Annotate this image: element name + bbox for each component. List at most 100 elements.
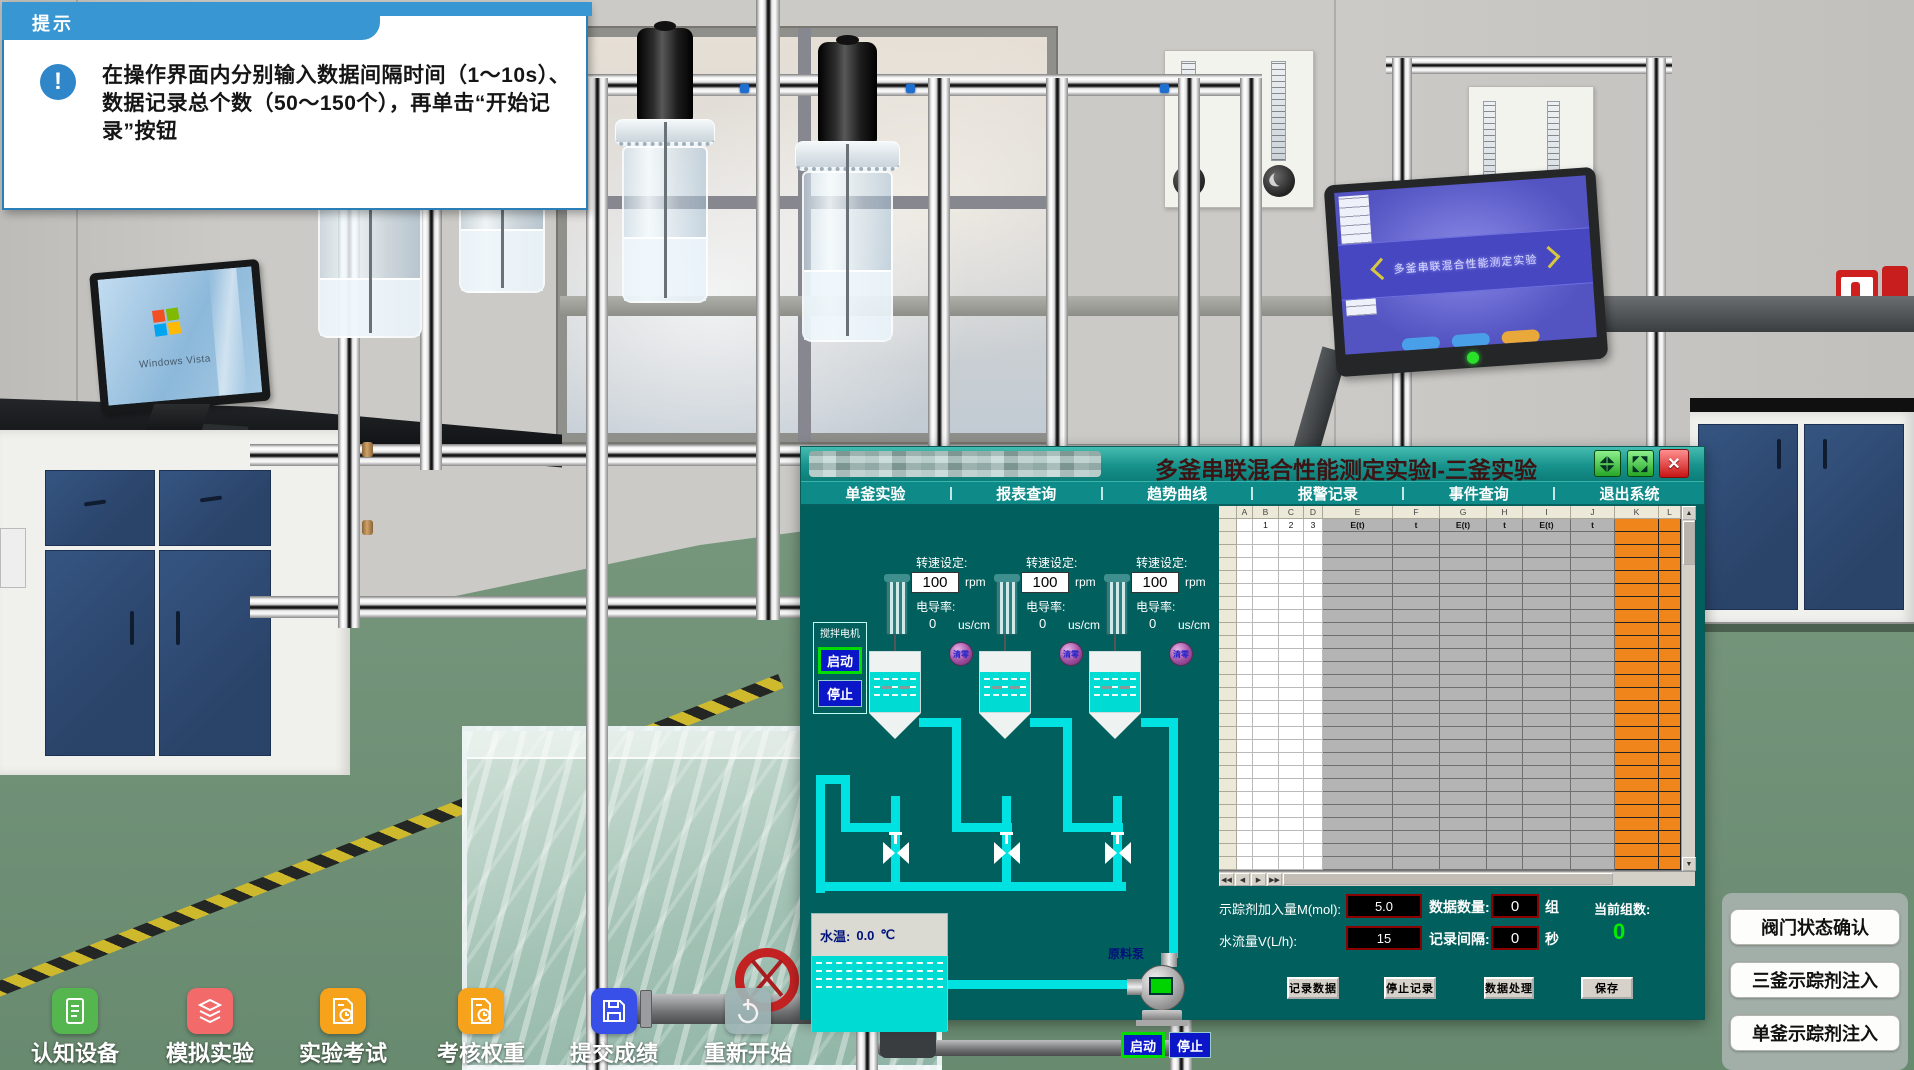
nav-first-icon[interactable]: ◀◀ bbox=[1219, 873, 1234, 886]
kiosk-button[interactable] bbox=[1401, 336, 1440, 352]
table-cell bbox=[1615, 727, 1659, 740]
stirrer-start-button[interactable]: 启动 bbox=[818, 647, 862, 674]
table-cell bbox=[1487, 779, 1523, 792]
toolbar-item-simulation[interactable]: 模拟实验 bbox=[135, 988, 285, 1068]
record-data-button[interactable]: 记录数据 bbox=[1287, 977, 1339, 999]
rotameter-tube bbox=[1271, 61, 1286, 161]
table-cell bbox=[1323, 844, 1393, 857]
menu-trend-curve[interactable]: 趋势曲线 bbox=[1103, 483, 1252, 504]
save-button[interactable]: 保存 bbox=[1581, 977, 1633, 999]
bottom-toolbar: 认知设备 模拟实验 实验考试 考核权重 提交成绩 bbox=[0, 988, 840, 1070]
close-window-button[interactable]: ✕ bbox=[1659, 449, 1689, 478]
speed-input-1[interactable] bbox=[911, 572, 959, 593]
pump-stop-button[interactable]: 停止 bbox=[1169, 1032, 1211, 1058]
data-count-input[interactable] bbox=[1491, 894, 1539, 918]
table-cell bbox=[1304, 831, 1323, 844]
table-cell bbox=[1237, 545, 1253, 558]
table-cell bbox=[1659, 662, 1681, 675]
speed-setting-label: 转速设定: bbox=[1026, 554, 1077, 571]
table-cell bbox=[1659, 857, 1681, 870]
table-cell bbox=[1487, 584, 1523, 597]
drain-valve-icon[interactable] bbox=[1105, 842, 1131, 864]
table-cell bbox=[1219, 545, 1237, 558]
menu-alarm-record[interactable]: 报警记录 bbox=[1253, 483, 1402, 504]
valve-status-confirm-button[interactable]: 阀门状态确认 bbox=[1730, 909, 1900, 945]
table-cell bbox=[1279, 623, 1304, 636]
toolbar-item-submit[interactable]: 提交成绩 bbox=[539, 988, 689, 1068]
kiosk-button[interactable] bbox=[1501, 329, 1540, 345]
table-cell bbox=[1304, 740, 1323, 753]
tube-connector bbox=[1160, 84, 1169, 93]
vertical-scrollbar[interactable]: ▲ ▼ bbox=[1681, 506, 1695, 871]
speed-input-2[interactable] bbox=[1021, 572, 1069, 593]
menu-event-query[interactable]: 事件查询 bbox=[1404, 483, 1553, 504]
scroll-down-icon[interactable]: ▼ bbox=[1682, 857, 1696, 871]
toolbar-item-device[interactable]: 认知设备 bbox=[0, 988, 150, 1068]
kiosk-button[interactable] bbox=[1451, 333, 1490, 349]
scroll-thumb[interactable] bbox=[1283, 873, 1613, 885]
toolbar-item-weight[interactable]: 考核权重 bbox=[406, 988, 556, 1068]
expand-window-button[interactable]: ◤◥◣◢ bbox=[1627, 450, 1654, 477]
menu-single-kettle[interactable]: 单釜实验 bbox=[801, 483, 950, 504]
water-flow-input[interactable] bbox=[1346, 926, 1422, 950]
table-cell bbox=[1487, 714, 1523, 727]
toolbar-item-restart[interactable]: 重新开始 bbox=[673, 988, 823, 1068]
table-cell bbox=[1487, 766, 1523, 779]
data-grid[interactable]: ABCDEFGHIJKL123E(t)tE(t)tE(t)t bbox=[1219, 506, 1681, 871]
clear-button-2[interactable]: 清零 bbox=[1059, 642, 1083, 666]
drain-valve-icon[interactable] bbox=[883, 842, 909, 864]
table-cell bbox=[1659, 792, 1681, 805]
window-titlebar[interactable]: 多釜串联混合性能测定实验I-三釜实验 ◢◣◥◤ ◤◥◣◢ ✕ bbox=[801, 447, 1704, 481]
table-cell bbox=[1571, 597, 1615, 610]
clear-button-1[interactable]: 清零 bbox=[949, 642, 973, 666]
table-cell bbox=[1393, 701, 1440, 714]
nav-last-icon[interactable]: ▶▶ bbox=[1267, 873, 1282, 886]
table-cell bbox=[1571, 558, 1615, 571]
table-cell bbox=[1393, 857, 1440, 870]
table-cell: B bbox=[1253, 506, 1279, 519]
application-root: Windows Vista bbox=[0, 0, 1914, 1070]
data-count-label: 数据数量: bbox=[1429, 897, 1490, 917]
table-cell bbox=[1237, 818, 1253, 831]
menu-exit-system[interactable]: 退出系统 bbox=[1555, 483, 1704, 504]
three-kettle-tracer-button[interactable]: 三釜示踪剂注入 bbox=[1730, 962, 1900, 998]
power-led bbox=[1466, 351, 1479, 364]
table-cell bbox=[1219, 766, 1237, 779]
menu-report-query[interactable]: 报表查询 bbox=[952, 483, 1101, 504]
cabinet-right-top bbox=[1690, 398, 1914, 412]
nav-next-icon[interactable]: ▶ bbox=[1251, 873, 1266, 886]
scroll-up-icon[interactable]: ▲ bbox=[1682, 506, 1696, 520]
table-cell bbox=[1253, 714, 1279, 727]
scroll-thumb[interactable] bbox=[1683, 521, 1695, 565]
pump-start-button[interactable]: 启动 bbox=[1121, 1032, 1165, 1058]
table-cell bbox=[1659, 584, 1681, 597]
stirrer-stop-button[interactable]: 停止 bbox=[818, 680, 862, 707]
shrink-window-button[interactable]: ◢◣◥◤ bbox=[1594, 450, 1621, 477]
cabinet-door bbox=[45, 550, 155, 756]
nav-prev-icon[interactable]: ◀ bbox=[1235, 873, 1250, 886]
table-cell bbox=[1659, 844, 1681, 857]
table-cell bbox=[1659, 805, 1681, 818]
table-cell bbox=[1615, 688, 1659, 701]
table-cell bbox=[1253, 857, 1279, 870]
horizontal-scrollbar[interactable]: ◀◀ ◀ ▶ ▶▶ bbox=[1219, 871, 1695, 886]
table-cell bbox=[1304, 714, 1323, 727]
table-cell bbox=[1253, 649, 1279, 662]
table-cell bbox=[1440, 857, 1487, 870]
single-kettle-tracer-button[interactable]: 单釜示踪剂注入 bbox=[1730, 1015, 1900, 1051]
stop-record-button[interactable]: 停止记录 bbox=[1384, 977, 1436, 999]
tracer-amount-input[interactable] bbox=[1346, 894, 1422, 918]
table-cell bbox=[1279, 558, 1304, 571]
drain-valve-icon[interactable] bbox=[994, 842, 1020, 864]
table-cell bbox=[1323, 675, 1393, 688]
table-cell bbox=[1659, 831, 1681, 844]
table-cell bbox=[1487, 662, 1523, 675]
touchscreen-screen[interactable]: 多釜串联混合性能测定实验 bbox=[1334, 175, 1597, 354]
water-temp-readout: 水温: 0.0 ℃ bbox=[812, 914, 947, 956]
toolbar-item-exam[interactable]: 实验考试 bbox=[268, 988, 418, 1068]
speed-input-3[interactable] bbox=[1131, 572, 1179, 593]
table-cell bbox=[1237, 649, 1253, 662]
clear-button-3[interactable]: 清零 bbox=[1169, 642, 1193, 666]
record-interval-input[interactable] bbox=[1491, 926, 1539, 950]
data-process-button[interactable]: 数据处理 bbox=[1484, 977, 1534, 999]
